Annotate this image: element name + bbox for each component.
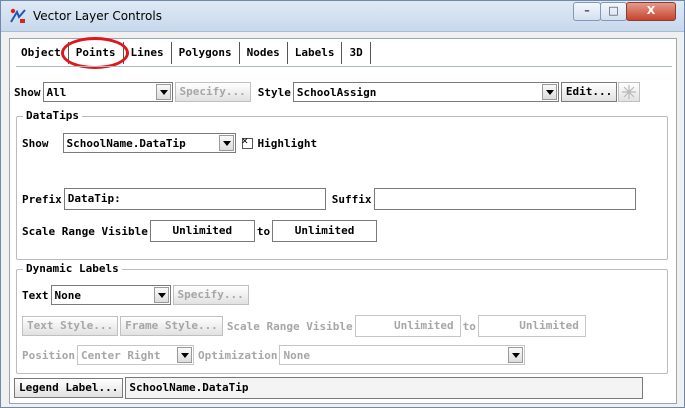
prefix-suffix-row: Prefix DataTip: Suffix xyxy=(22,188,636,210)
position-label: Position xyxy=(22,348,75,362)
datatips-to-label: to xyxy=(256,224,271,238)
show-select-value: All xyxy=(46,85,67,99)
optimization-select[interactable]: None xyxy=(279,345,526,365)
position-value: Center Right xyxy=(80,348,161,362)
datatips-scale-to-input[interactable]: Unlimited xyxy=(272,220,378,242)
tab-divider xyxy=(16,66,672,67)
chevron-down-icon xyxy=(508,347,524,363)
dialog-content: Object Points Lines Polygons Nodes Label… xyxy=(9,37,677,404)
dynamic-specify-button[interactable]: Specify... xyxy=(172,285,249,305)
style-select[interactable]: SchoolAssign xyxy=(292,82,559,102)
dynamic-scale-from-input[interactable]: Unlimited xyxy=(354,315,461,337)
tab-object[interactable]: Object xyxy=(10,42,69,64)
title-bar[interactable]: Vector Layer Controls – □ X xyxy=(1,1,684,32)
tab-bar: Object Points Lines Polygons Nodes Label… xyxy=(10,37,371,69)
minimize-button[interactable]: – xyxy=(573,2,601,21)
prefix-label: Prefix xyxy=(22,192,62,206)
app-icon xyxy=(10,8,26,23)
dynamic-to-label: to xyxy=(462,319,476,333)
window-title: Vector Layer Controls xyxy=(33,9,162,23)
chevron-down-icon xyxy=(155,84,171,100)
tab-points-label: Points xyxy=(75,46,116,59)
chevron-down-icon xyxy=(218,135,234,151)
datatips-group: DataTips Show SchoolName.DataTip Highlig… xyxy=(16,109,668,260)
datatips-show-value: SchoolName.DataTip xyxy=(66,136,186,150)
datatips-scale-label: Scale Range Visible xyxy=(22,224,148,238)
highlight-label: Highlight xyxy=(257,136,318,150)
suffix-label: Suffix xyxy=(331,192,372,206)
tab-lines[interactable]: Lines xyxy=(124,42,172,64)
datatips-show-label: Show xyxy=(22,136,49,150)
optimization-label: Optimization xyxy=(197,348,278,362)
tab-polygons[interactable]: Polygons xyxy=(172,42,240,64)
tab-3d[interactable]: 3D xyxy=(342,42,371,64)
dynamic-scale-label: Scale Range Visible xyxy=(226,319,353,333)
dynamic-scale-to-input[interactable]: Unlimited xyxy=(477,315,586,337)
datatips-show-row: Show SchoolName.DataTip Highlight xyxy=(22,133,317,153)
dynamic-style-row: Text Style... Frame Style... Scale Range… xyxy=(22,315,586,337)
sparkle-icon[interactable] xyxy=(618,82,641,102)
dynamic-text-label: Text xyxy=(22,288,49,302)
close-button[interactable]: X xyxy=(626,2,676,21)
style-label: Style xyxy=(257,85,291,99)
datatips-scale-from-input[interactable]: Unlimited xyxy=(149,220,255,242)
legend-label-input[interactable]: SchoolName.DataTip xyxy=(125,377,644,399)
text-style-button[interactable]: Text Style... xyxy=(22,316,119,336)
specify-button[interactable]: Specify... xyxy=(174,82,251,102)
dynamic-position-row: Position Center Right Optimization None xyxy=(22,345,526,365)
dynamic-text-select[interactable]: None xyxy=(50,285,171,305)
frame-style-button[interactable]: Frame Style... xyxy=(120,316,223,336)
show-label: Show xyxy=(14,85,41,99)
vector-layer-controls-window: Vector Layer Controls – □ X Object Point… xyxy=(0,0,685,408)
datatips-scale-row: Scale Range Visible Unlimited to Unlimit… xyxy=(22,220,378,242)
dynamic-text-value: None xyxy=(54,288,82,302)
suffix-input[interactable] xyxy=(373,188,636,210)
legend-label-row: Legend Label... SchoolName.DataTip xyxy=(14,377,644,399)
dynamic-labels-legend: Dynamic Labels xyxy=(23,262,122,275)
edit-style-button[interactable]: Edit... xyxy=(560,82,618,102)
datatips-legend: DataTips xyxy=(23,109,82,122)
optimization-value: None xyxy=(283,348,310,362)
maximize-button[interactable]: □ xyxy=(600,2,627,21)
datatips-show-select[interactable]: SchoolName.DataTip xyxy=(62,133,236,153)
style-select-value: SchoolAssign xyxy=(296,85,377,99)
chevron-down-icon xyxy=(153,287,169,303)
dynamic-text-row: Text None Specify... xyxy=(22,285,249,305)
legend-label-button[interactable]: Legend Label... xyxy=(14,378,124,398)
chevron-down-icon xyxy=(541,84,557,100)
prefix-input[interactable]: DataTip: xyxy=(63,188,326,210)
show-style-row: Show All Specify... Style SchoolAssign E… xyxy=(14,82,641,102)
show-select[interactable]: All xyxy=(42,82,173,102)
tab-labels[interactable]: Labels xyxy=(288,42,343,64)
chevron-down-icon xyxy=(176,347,192,363)
position-select[interactable]: Center Right xyxy=(76,345,194,365)
highlight-checkbox[interactable] xyxy=(241,134,253,149)
tab-points[interactable]: Points xyxy=(60,37,129,69)
tab-nodes[interactable]: Nodes xyxy=(240,42,288,64)
dynamic-labels-group: Dynamic Labels Text None Specify... Text… xyxy=(16,262,668,374)
